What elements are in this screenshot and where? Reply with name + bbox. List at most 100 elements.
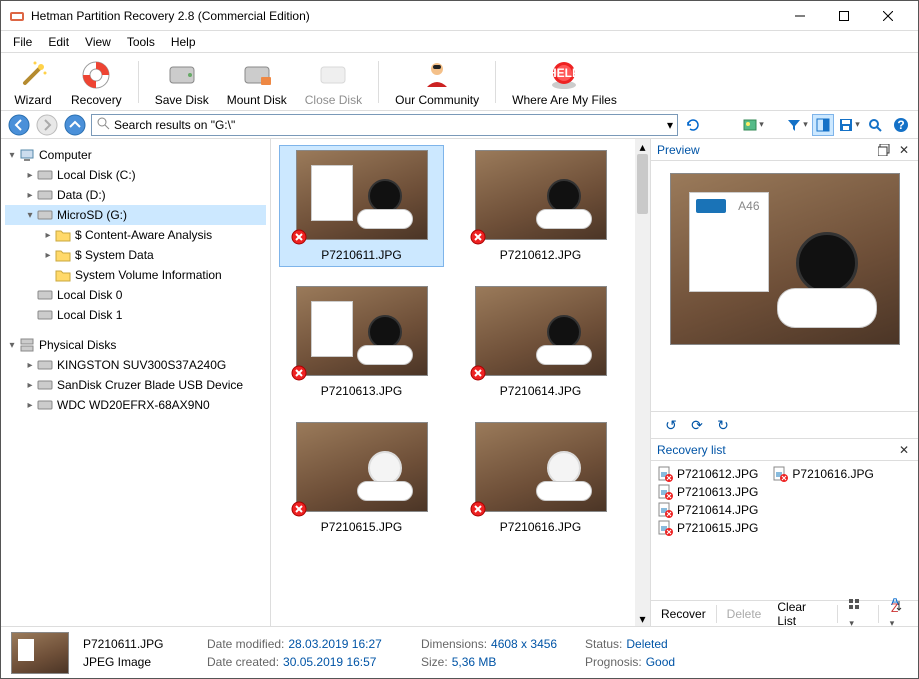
image-file-icon [657,466,673,482]
rotate-both-icon[interactable]: ⟳ [687,415,707,435]
tree-local-disk-0[interactable]: Local Disk 0 [5,285,266,305]
tree-kingston[interactable]: ▸KINGSTON SUV300S37A240G [5,355,266,375]
tree-physical-disks[interactable]: ▾Physical Disks [5,335,266,355]
drive-icon [37,167,53,183]
thumbnail-image [475,286,607,376]
deleted-badge-icon [291,365,307,381]
drive-icon [37,357,53,373]
menu-file[interactable]: File [5,33,40,51]
tree-content-aware[interactable]: ▸$ Content-Aware Analysis [5,225,266,245]
tree-system-data[interactable]: ▸$ System Data [5,245,266,265]
lifebuoy-icon [80,59,112,91]
delete-button: Delete [721,605,768,623]
filter-button[interactable]: ▾ [786,114,808,136]
file-thumbnail[interactable]: P7210616.JPG [458,417,623,539]
mount-disk-button[interactable]: Mount Disk [221,55,293,109]
close-recovery-icon[interactable]: ✕ [896,442,912,458]
recovery-item[interactable]: P7210614.JPG [657,501,758,519]
tree-svi[interactable]: System Volume Information [5,265,266,285]
tree-sandisk[interactable]: ▸SanDisk Cruzer Blade USB Device [5,375,266,395]
tree-local-c[interactable]: ▸Local Disk (C:) [5,165,266,185]
chevron-down-icon[interactable]: ▾ [667,118,673,132]
forward-button[interactable] [35,113,59,137]
wizard-button[interactable]: Wizard [7,55,59,109]
close-pane-icon[interactable]: ✕ [896,142,912,158]
rotate-left-icon[interactable]: ↺ [661,415,681,435]
folder-icon [55,247,71,263]
file-name: P7210614.JPG [500,384,581,398]
scroll-thumb[interactable] [637,154,648,214]
preview-mode-button[interactable]: ▾ [742,114,764,136]
minimize-button[interactable] [778,2,822,30]
image-file-icon [657,502,673,518]
up-button[interactable] [63,113,87,137]
tree-computer[interactable]: ▾Computer [5,145,266,165]
tree-data-d[interactable]: ▸Data (D:) [5,185,266,205]
our-community-button[interactable]: Our Community [389,55,485,109]
menu-help[interactable]: Help [163,33,204,51]
recover-button[interactable]: Recover [655,605,712,623]
file-thumbnail[interactable]: P7210613.JPG [279,281,444,403]
scroll-up[interactable]: ▴ [635,139,650,154]
menu-tools[interactable]: Tools [119,33,163,51]
status-filename: P7210611.JPG [83,637,193,651]
file-name: P7210616.JPG [500,520,581,534]
recovery-item[interactable]: P7210613.JPG [657,483,758,501]
tree-wdc[interactable]: ▸WDC WD20EFRX-68AX9N0 [5,395,266,415]
file-name: P7210611.JPG [321,248,402,262]
rotate-right-icon[interactable]: ↻ [713,415,733,435]
menu-view[interactable]: View [77,33,119,51]
status-filetype: JPEG Image [83,655,193,669]
deleted-badge-icon [470,365,486,381]
view-mode-button[interactable]: ▾ [842,596,873,631]
save-disk-icon [166,59,198,91]
drive-icon [37,377,53,393]
back-button[interactable] [7,113,31,137]
svg-text:Z: Z [891,601,898,612]
restore-pane-icon[interactable] [876,142,892,158]
file-thumbnail[interactable]: P7210611.JPG [279,145,444,267]
file-thumbnail[interactable]: P7210612.JPG [458,145,623,267]
community-label: Our Community [395,93,479,107]
save-disk-button[interactable]: Save Disk [149,55,215,109]
sort-button[interactable]: AZ▾ [883,596,914,631]
save-button[interactable]: ▾ [838,114,860,136]
recovery-button[interactable]: Recovery [65,55,128,109]
address-input[interactable] [114,118,663,132]
tree-microsd-g[interactable]: ▾MicroSD (G:) [5,205,266,225]
preview-controls: ↺ ⟳ ↻ [651,411,918,439]
address-search-box[interactable]: ▾ [91,114,678,136]
scrollbar[interactable]: ▴ ▾ [635,139,650,626]
preview-pane-toggle[interactable] [812,114,834,136]
wizard-label: Wizard [14,93,51,107]
file-grid[interactable]: P7210611.JPG P7210612.JPGP7210613.JPG P721… [271,139,650,626]
drive-icon [37,187,53,203]
recovery-item[interactable]: P7210616.JPG [772,465,873,483]
find-button[interactable] [864,114,886,136]
recovery-item[interactable]: P7210612.JPG [657,465,758,483]
close-disk-button: Close Disk [299,55,368,109]
app-icon [9,8,25,24]
preview-image: A46 [670,173,900,345]
folder-tree[interactable]: ▾Computer ▸Local Disk (C:) ▸Data (D:) ▾M… [1,139,271,626]
clear-list-button[interactable]: Clear List [771,598,833,630]
menu-edit[interactable]: Edit [40,33,77,51]
recovery-item[interactable]: P7210615.JPG [657,519,758,537]
help-button[interactable]: ? [890,114,912,136]
window-title: Hetman Partition Recovery 2.8 (Commercia… [31,9,778,23]
thumbnail-image [475,150,607,240]
tree-local-disk-1[interactable]: Local Disk 1 [5,305,266,325]
computer-icon [19,147,35,163]
close-disk-label: Close Disk [305,93,362,107]
navbar: ▾ ▾ ▾ ▾ ? [1,111,918,139]
close-button[interactable] [866,2,910,30]
thumbnail-image [296,286,428,376]
refresh-button[interactable] [682,114,704,136]
where-are-my-files-button[interactable]: HELP Where Are My Files [506,55,623,109]
file-thumbnail[interactable]: P7210614.JPG [458,281,623,403]
scroll-down[interactable]: ▾ [635,611,650,626]
file-thumbnail[interactable]: P7210615.JPG [279,417,444,539]
disks-icon [19,337,35,353]
maximize-button[interactable] [822,2,866,30]
deleted-badge-icon [470,501,486,517]
